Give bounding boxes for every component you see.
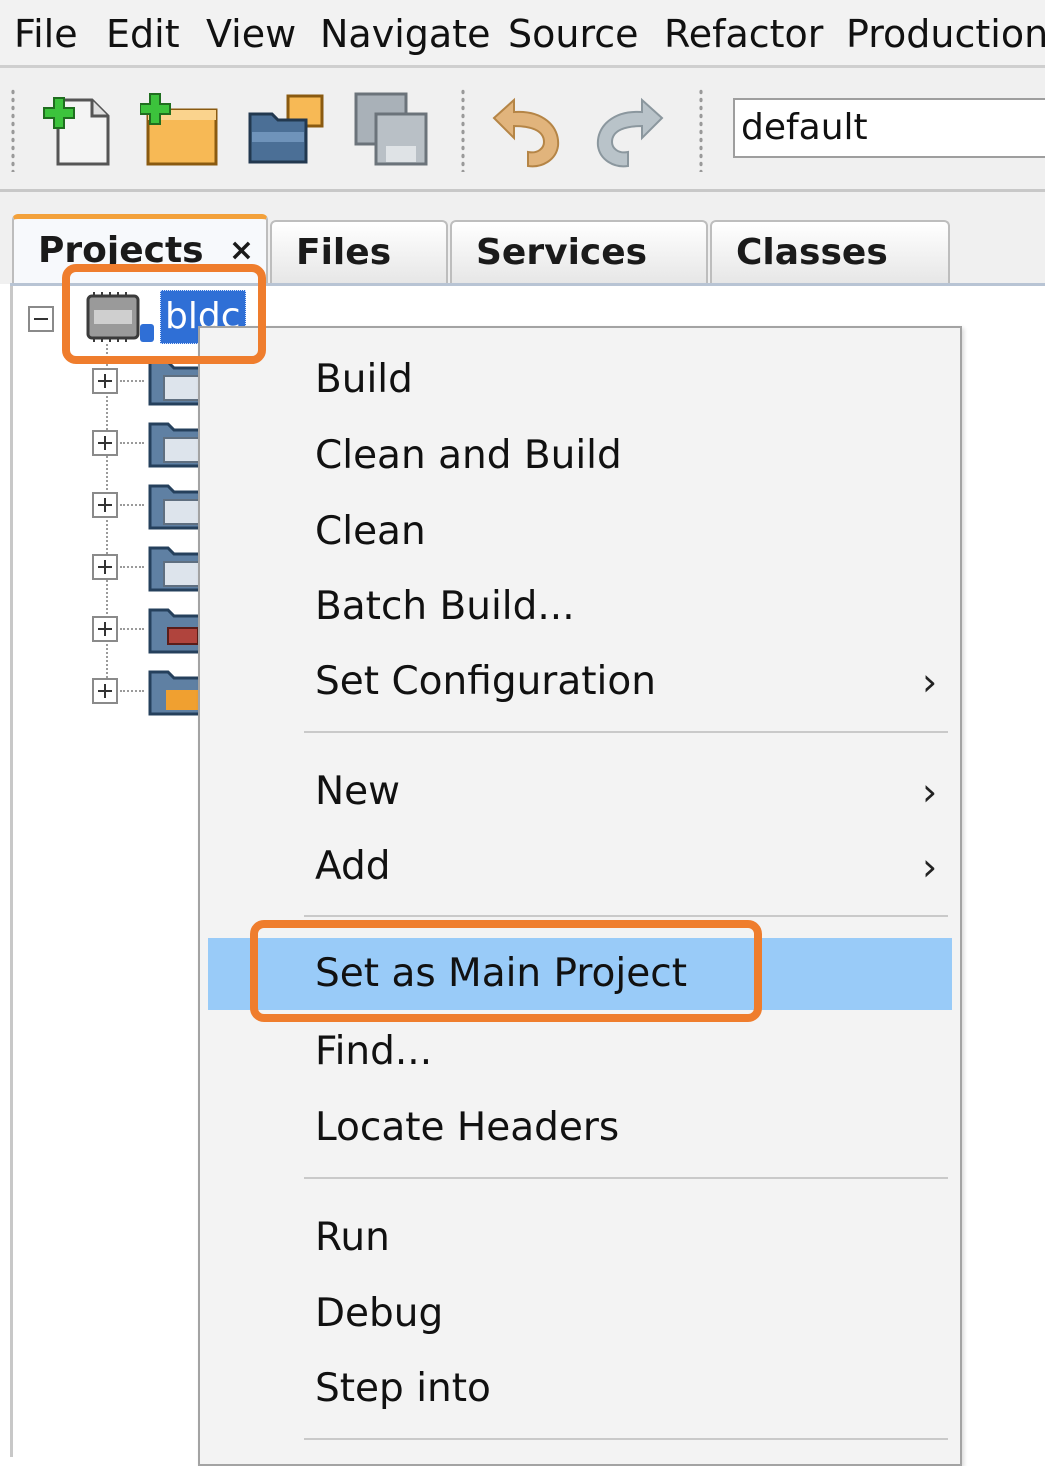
tab-services[interactable]: Services bbox=[450, 220, 708, 284]
folder-icon bbox=[148, 484, 202, 530]
menu-item-label: Batch Build... bbox=[315, 584, 575, 629]
tree-node-library-files[interactable] bbox=[92, 416, 202, 472]
new-project-icon[interactable] bbox=[139, 88, 222, 170]
toolbar: default bbox=[0, 68, 1045, 192]
menu-item-set-configuration[interactable]: Set Configuration › bbox=[200, 646, 960, 718]
expand-toggle[interactable] bbox=[92, 616, 118, 642]
tree-connector bbox=[120, 566, 144, 568]
menu-separator bbox=[304, 1177, 948, 1179]
expand-toggle[interactable] bbox=[92, 368, 118, 394]
menu-item-label: Build bbox=[315, 357, 413, 402]
toolbar-separator bbox=[460, 88, 466, 172]
configuration-combo[interactable]: default bbox=[733, 98, 1045, 158]
menu-item-label: Set Configuration bbox=[315, 659, 656, 704]
menu-item-add[interactable]: Add › bbox=[200, 831, 960, 903]
tree-node-linker-files[interactable] bbox=[92, 478, 202, 534]
tree-node-loadables[interactable] bbox=[92, 664, 202, 720]
toolbar-separator-2 bbox=[698, 88, 704, 172]
menu-item-label: Run bbox=[315, 1215, 390, 1260]
menu-item-locate-headers[interactable]: Locate Headers bbox=[200, 1092, 960, 1164]
menu-production[interactable]: Production bbox=[846, 12, 1045, 56]
tree-connector bbox=[120, 690, 144, 692]
submenu-arrow-icon: › bbox=[922, 660, 938, 704]
menu-item-run[interactable]: Run bbox=[200, 1202, 960, 1274]
menu-item-find[interactable]: Find... bbox=[200, 1016, 960, 1088]
menu-item-step-into[interactable]: Step into bbox=[200, 1353, 960, 1425]
menu-view[interactable]: View bbox=[206, 12, 296, 56]
menu-edit[interactable]: Edit bbox=[106, 12, 180, 56]
menu-item-label: Clean and Build bbox=[315, 433, 622, 478]
tree-connector bbox=[120, 442, 144, 444]
tree-node-libraries[interactable] bbox=[92, 602, 202, 658]
highlight-set-main-project bbox=[250, 920, 762, 1022]
project-context-menu: Build Clean and Build Clean Batch Build.… bbox=[198, 326, 962, 1466]
redo-icon[interactable] bbox=[588, 88, 670, 170]
tree-connector bbox=[120, 380, 144, 382]
tree-connector bbox=[120, 504, 144, 506]
menu-item-label: New bbox=[315, 769, 401, 814]
folder-icon bbox=[148, 546, 202, 592]
folder-icon bbox=[148, 608, 202, 654]
new-file-icon[interactable] bbox=[40, 88, 122, 170]
save-all-icon[interactable] bbox=[350, 88, 432, 170]
highlight-project-node bbox=[62, 264, 266, 364]
submenu-arrow-icon: › bbox=[922, 845, 938, 889]
menu-item-build[interactable]: Build bbox=[200, 344, 960, 416]
expand-toggle[interactable] bbox=[92, 492, 118, 518]
menu-refactor[interactable]: Refactor bbox=[664, 12, 823, 56]
undo-icon[interactable] bbox=[486, 88, 568, 170]
folder-icon bbox=[148, 422, 202, 468]
menu-separator bbox=[304, 915, 948, 917]
menu-item-label: Debug bbox=[315, 1291, 444, 1336]
tree-connector bbox=[120, 628, 144, 630]
menu-item-label: Clean bbox=[315, 509, 426, 554]
menu-item-clean[interactable]: Clean bbox=[200, 496, 960, 568]
menu-separator bbox=[304, 731, 948, 733]
menu-bar: File Edit View Navigate Source Refactor … bbox=[0, 0, 1045, 68]
expand-toggle[interactable] bbox=[92, 554, 118, 580]
open-project-icon[interactable] bbox=[244, 88, 326, 170]
tree-node-source-files[interactable] bbox=[92, 540, 202, 596]
expand-toggle[interactable] bbox=[92, 678, 118, 704]
folder-icon bbox=[148, 670, 202, 716]
tab-classes[interactable]: Classes bbox=[710, 220, 950, 284]
menu-item-batch-build[interactable]: Batch Build... bbox=[200, 571, 960, 643]
toolbar-grip[interactable] bbox=[10, 88, 16, 172]
menu-separator bbox=[304, 1438, 948, 1440]
expand-toggle[interactable] bbox=[92, 430, 118, 456]
menu-source[interactable]: Source bbox=[508, 12, 639, 56]
menu-item-label: Find... bbox=[315, 1029, 433, 1074]
menu-item-label: Locate Headers bbox=[315, 1105, 620, 1150]
collapse-toggle[interactable] bbox=[28, 306, 54, 332]
menu-file[interactable]: File bbox=[14, 12, 78, 56]
menu-navigate[interactable]: Navigate bbox=[320, 12, 490, 56]
menu-item-label: Step into bbox=[315, 1366, 491, 1411]
menu-item-label: Add bbox=[315, 844, 391, 889]
menu-item-debug[interactable]: Debug bbox=[200, 1278, 960, 1350]
menu-item-clean-and-build[interactable]: Clean and Build bbox=[200, 420, 960, 492]
menu-item-new[interactable]: New › bbox=[200, 756, 960, 828]
submenu-arrow-icon: › bbox=[922, 770, 938, 814]
tab-files[interactable]: Files bbox=[270, 220, 448, 284]
